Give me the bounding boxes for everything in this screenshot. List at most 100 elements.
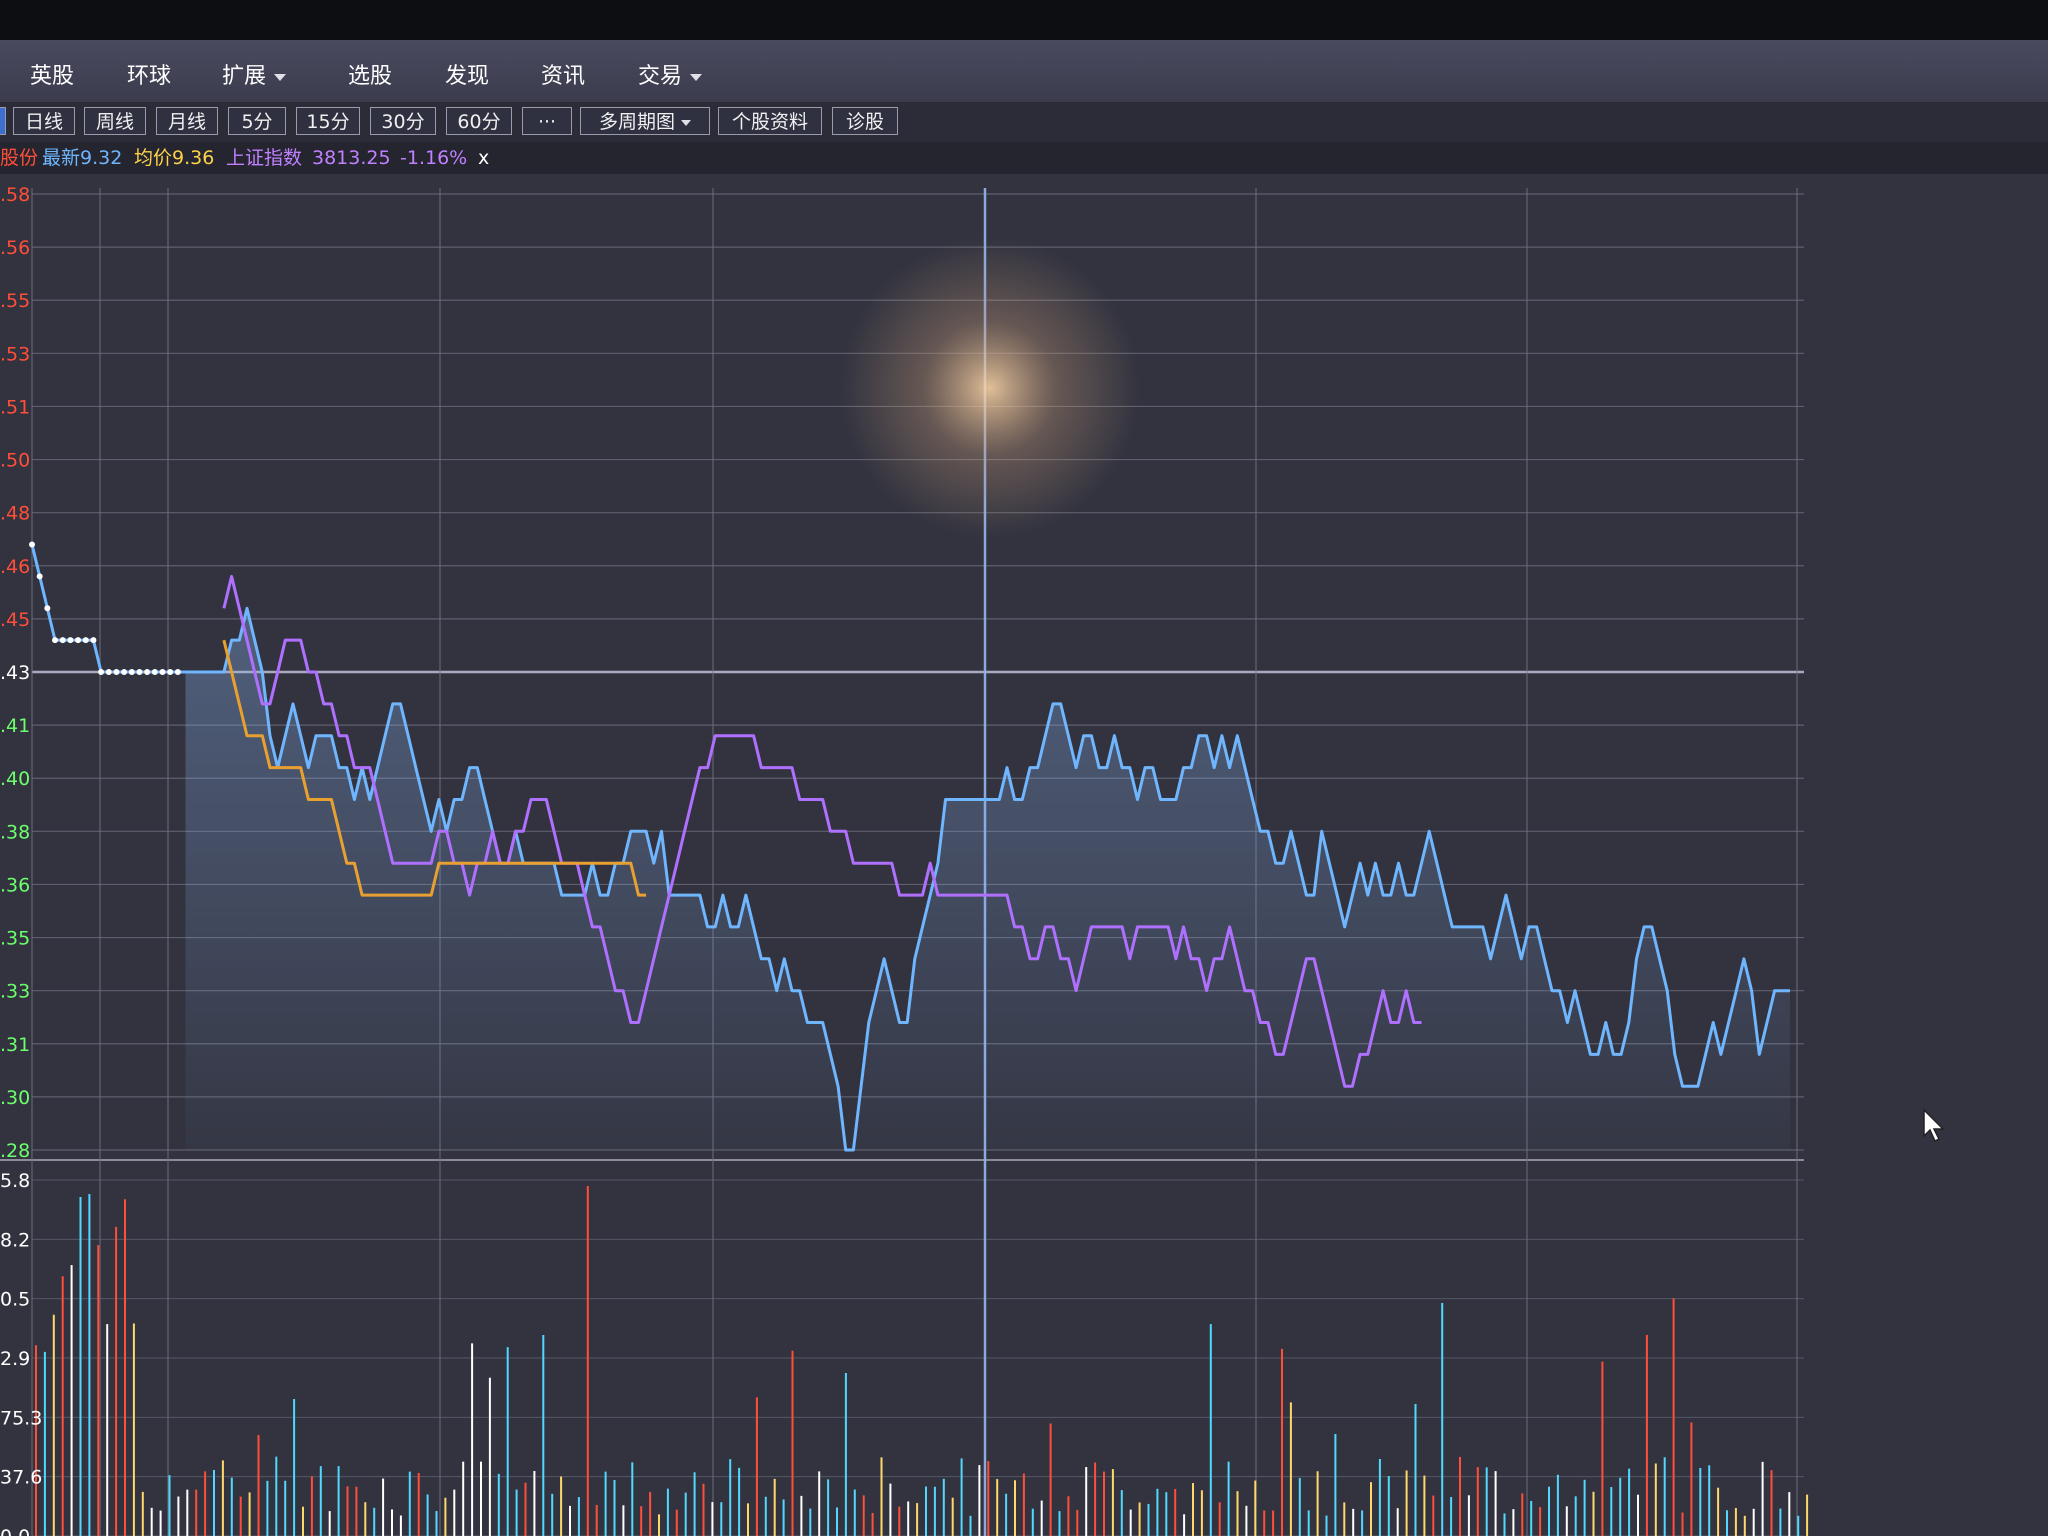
menu-item-2[interactable]: 扩展: [222, 58, 287, 90]
pre-open-point: [59, 637, 66, 644]
chevron-down-icon: [690, 73, 703, 81]
period-button-label: 30分: [381, 111, 425, 133]
volume-tick-label: 0.0: [0, 1526, 30, 1536]
pre-open-point: [36, 573, 43, 580]
price-tick-label: .28: [0, 1140, 30, 1162]
menu-item-label: 选股: [348, 64, 393, 89]
period-button-8[interactable]: 多周期图: [580, 107, 710, 135]
pre-open-point: [121, 669, 128, 675]
pre-open-point: [174, 669, 181, 675]
menu-item-6[interactable]: 交易: [638, 58, 703, 90]
price-tick-label: .43: [0, 662, 30, 684]
pre-open-point: [29, 541, 35, 548]
period-button-label: 多周期图: [598, 111, 675, 133]
period-button-label: 月线: [167, 111, 206, 133]
volume-tick-label: 75.3: [0, 1407, 42, 1429]
pre-open-point: [82, 637, 89, 644]
price-tick-label: .33: [0, 981, 30, 1003]
chevron-down-icon: [274, 73, 287, 81]
price-tick-label: .38: [0, 821, 30, 843]
price-tick-label: .58: [0, 184, 30, 206]
period-button-0[interactable]: 日线: [13, 107, 75, 135]
price-tick-label: .46: [0, 556, 30, 578]
menu-item-label: 扩展: [222, 64, 267, 89]
price-tick-label: .51: [0, 396, 30, 418]
period-button-label: 15分: [306, 111, 350, 133]
period-button-label: ···: [537, 111, 557, 133]
period-button-label: 5分: [241, 111, 273, 133]
menu-item-label: 交易: [638, 64, 683, 89]
menu-item-label: 环球: [127, 64, 172, 89]
pre-open-point: [67, 637, 74, 644]
index-change: -1.16%: [400, 147, 468, 169]
pre-open-point: [75, 637, 82, 644]
stock-name: 股份: [0, 147, 39, 169]
period-button-label: 日线: [24, 111, 63, 133]
period-button-label: 诊股: [845, 111, 884, 133]
top-menu-bar: 英股 环球 扩展 选股 发现 资讯 交易: [0, 40, 2048, 103]
period-button-label: 个股资料: [731, 111, 808, 133]
intraday-chart-area[interactable]: .58 .56 .55 .53 .51 .50 .48 .46 .45 .43 .41 .40 .38.…: [0, 174, 2048, 1536]
close-overlay-button[interactable]: x: [478, 142, 489, 174]
pre-open-point: [113, 669, 120, 675]
period-button-4[interactable]: 15分: [296, 107, 360, 135]
price-axis: .58 .56 .55 .53 .51 .50 .48 .46 .45 .43 .41 .40 .38.…: [0, 184, 30, 1162]
index-value: 3813.25: [312, 147, 391, 169]
average-price-label: 均价9.36: [134, 147, 215, 169]
pre-open-point: [98, 669, 105, 675]
latest-price-label: 最新9.32: [42, 147, 123, 169]
pre-open-point: [144, 669, 151, 675]
price-tick-label: .56: [0, 237, 30, 259]
price-area-fill: [185, 608, 1790, 1150]
index-name: 上证指数: [226, 147, 303, 169]
price-tick-label: .36: [0, 874, 30, 896]
menu-item-label: 资讯: [541, 64, 586, 89]
price-tick-label: .40: [0, 768, 30, 790]
menu-item-1[interactable]: 环球: [127, 58, 171, 90]
menu-item-label: 英股: [30, 64, 75, 89]
period-button-6[interactable]: 60分: [446, 107, 512, 135]
price-tick-label: .30: [0, 1087, 30, 1109]
price-tick-label: .35: [0, 928, 30, 950]
pre-open-point: [151, 669, 158, 675]
menu-item-5[interactable]: 资讯: [541, 58, 585, 90]
price-area: [185, 608, 1790, 1150]
period-button-10[interactable]: 诊股: [832, 107, 898, 135]
price-tick-label: .45: [0, 609, 30, 631]
period-toolbar: 日线 周线 月线 5分 15分 30分 60分 ··· 多周期图 个股资料 诊股: [0, 102, 2048, 142]
period-button-2[interactable]: 月线: [156, 107, 218, 135]
screen-glare: [840, 238, 1140, 538]
chevron-down-icon: [681, 119, 691, 126]
mouse-pointer-icon: [1922, 1108, 1948, 1148]
price-tick-label: .48: [0, 503, 30, 525]
pre-open-point: [90, 637, 97, 644]
price-tick-label: .41: [0, 715, 30, 737]
volume-tick-label: 2.9: [0, 1348, 30, 1370]
active-tab-edge[interactable]: [0, 107, 6, 135]
period-button-3[interactable]: 5分: [228, 107, 286, 135]
menu-item-4[interactable]: 发现: [445, 58, 489, 90]
period-button-label: 60分: [457, 111, 501, 133]
volume-tick-label: 8.2: [0, 1229, 30, 1251]
price-tick-label: .55: [0, 290, 30, 312]
price-tick-label: .53: [0, 343, 30, 365]
period-button-9[interactable]: 个股资料: [718, 107, 822, 135]
period-button-label: 周线: [95, 111, 134, 133]
period-button-1[interactable]: 周线: [84, 107, 146, 135]
volume-tick-label: 37.6: [0, 1467, 42, 1489]
intraday-chart[interactable]: .58 .56 .55 .53 .51 .50 .48 .46 .45 .43 .41 .40 .38.…: [0, 174, 2048, 1536]
volume-tick-label: 5.8: [0, 1170, 30, 1192]
period-button-5[interactable]: 30分: [370, 107, 436, 135]
pre-open-point: [159, 669, 166, 675]
period-button-7[interactable]: ···: [522, 107, 572, 135]
price-tick-label: .50: [0, 450, 30, 472]
pre-open-point: [167, 669, 174, 675]
menu-item-0[interactable]: 英股: [30, 58, 74, 90]
pre-open-point: [128, 669, 135, 675]
pre-open-point: [136, 669, 143, 675]
volume-bars: [35, 1186, 1809, 1536]
price-tick-label: .31: [0, 1034, 30, 1056]
chart-info-bar: 股份 最新9.32 均价9.36 上证指数 3813.25 -1.16% x: [0, 142, 2048, 174]
menu-item-3[interactable]: 选股: [348, 58, 392, 90]
menu-item-label: 发现: [445, 64, 490, 89]
